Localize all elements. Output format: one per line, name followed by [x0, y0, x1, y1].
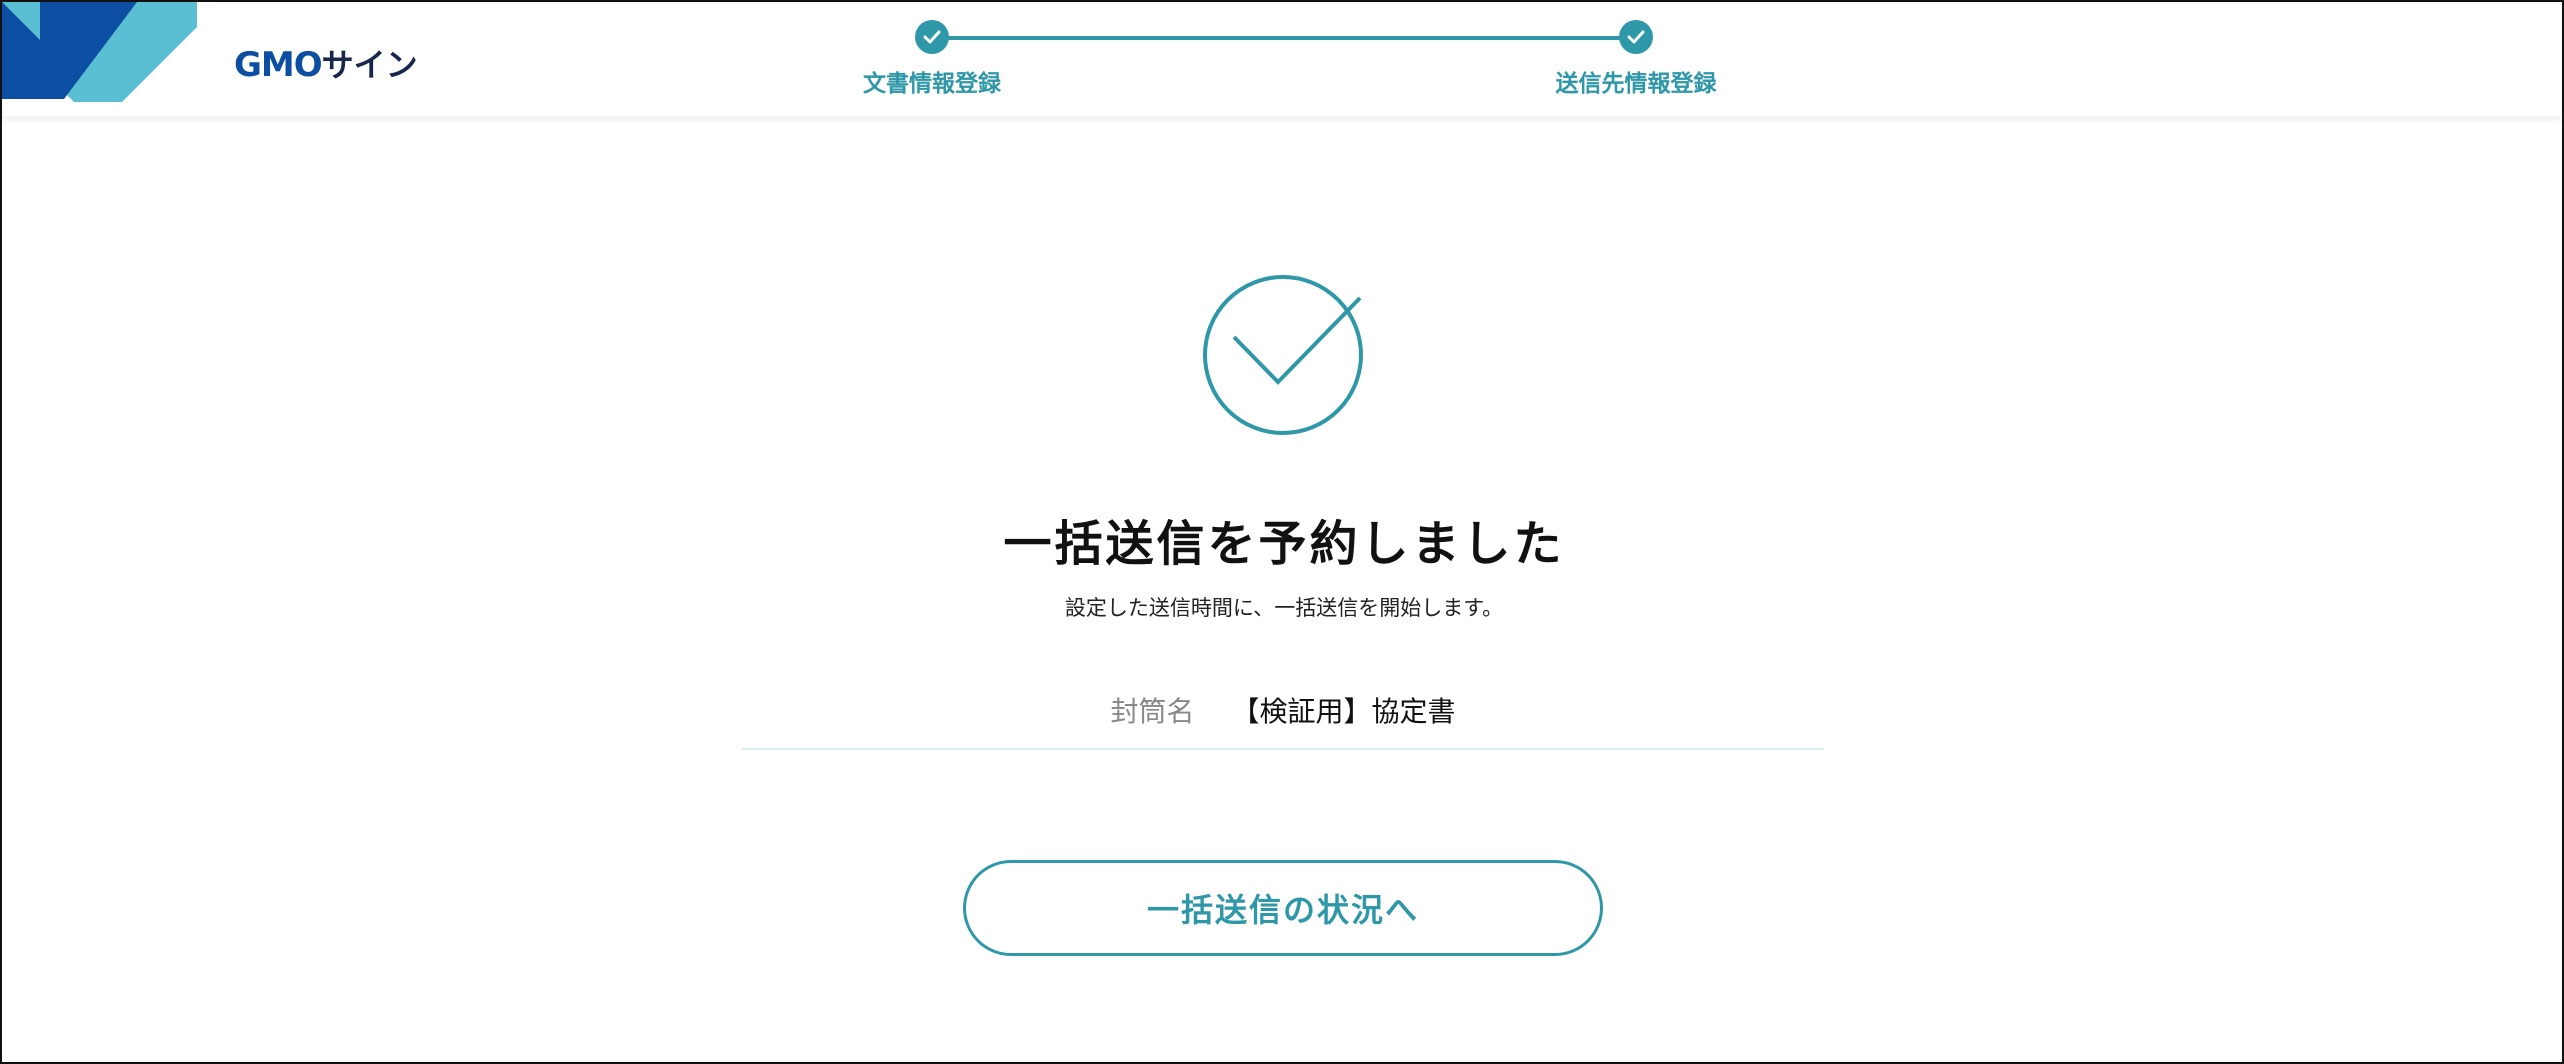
gmo-sign-logo[interactable]: GMOサイン [234, 40, 418, 86]
envelope-name-label: 封筒名 [1110, 695, 1195, 728]
bulk-send-status-button[interactable]: 一括送信の状況へ [963, 860, 1603, 956]
stepper-connector [932, 36, 1636, 40]
step-1-label: 文書情報登録 [863, 71, 1001, 97]
envelope-name-value: 【検証用】協定書 [1231, 695, 1456, 728]
divider [742, 748, 1824, 750]
check-circle-icon [1203, 275, 1363, 435]
step-2-label: 送信先情報登録 [1555, 71, 1717, 97]
gmo-sign-logo-mark-icon [2, 2, 197, 102]
step-1-check-icon [915, 20, 949, 54]
logo-kana: サイン [321, 46, 418, 84]
envelope-row: 封筒名 【検証用】協定書 [742, 690, 1824, 750]
header: GMOサイン 文書情報登録 送信先情報登録 [2, 2, 2562, 116]
logo-text: GMO [234, 45, 323, 85]
page-title: 一括送信を予約しました [1003, 516, 1565, 572]
result-message: 設定した送信時間に、一括送信を開始します。 [1064, 596, 1504, 620]
app-window: GMOサイン 文書情報登録 送信先情報登録 一括送信を予約しました 設定した送信… [0, 0, 2564, 1064]
step-2-check-icon [1619, 20, 1653, 54]
